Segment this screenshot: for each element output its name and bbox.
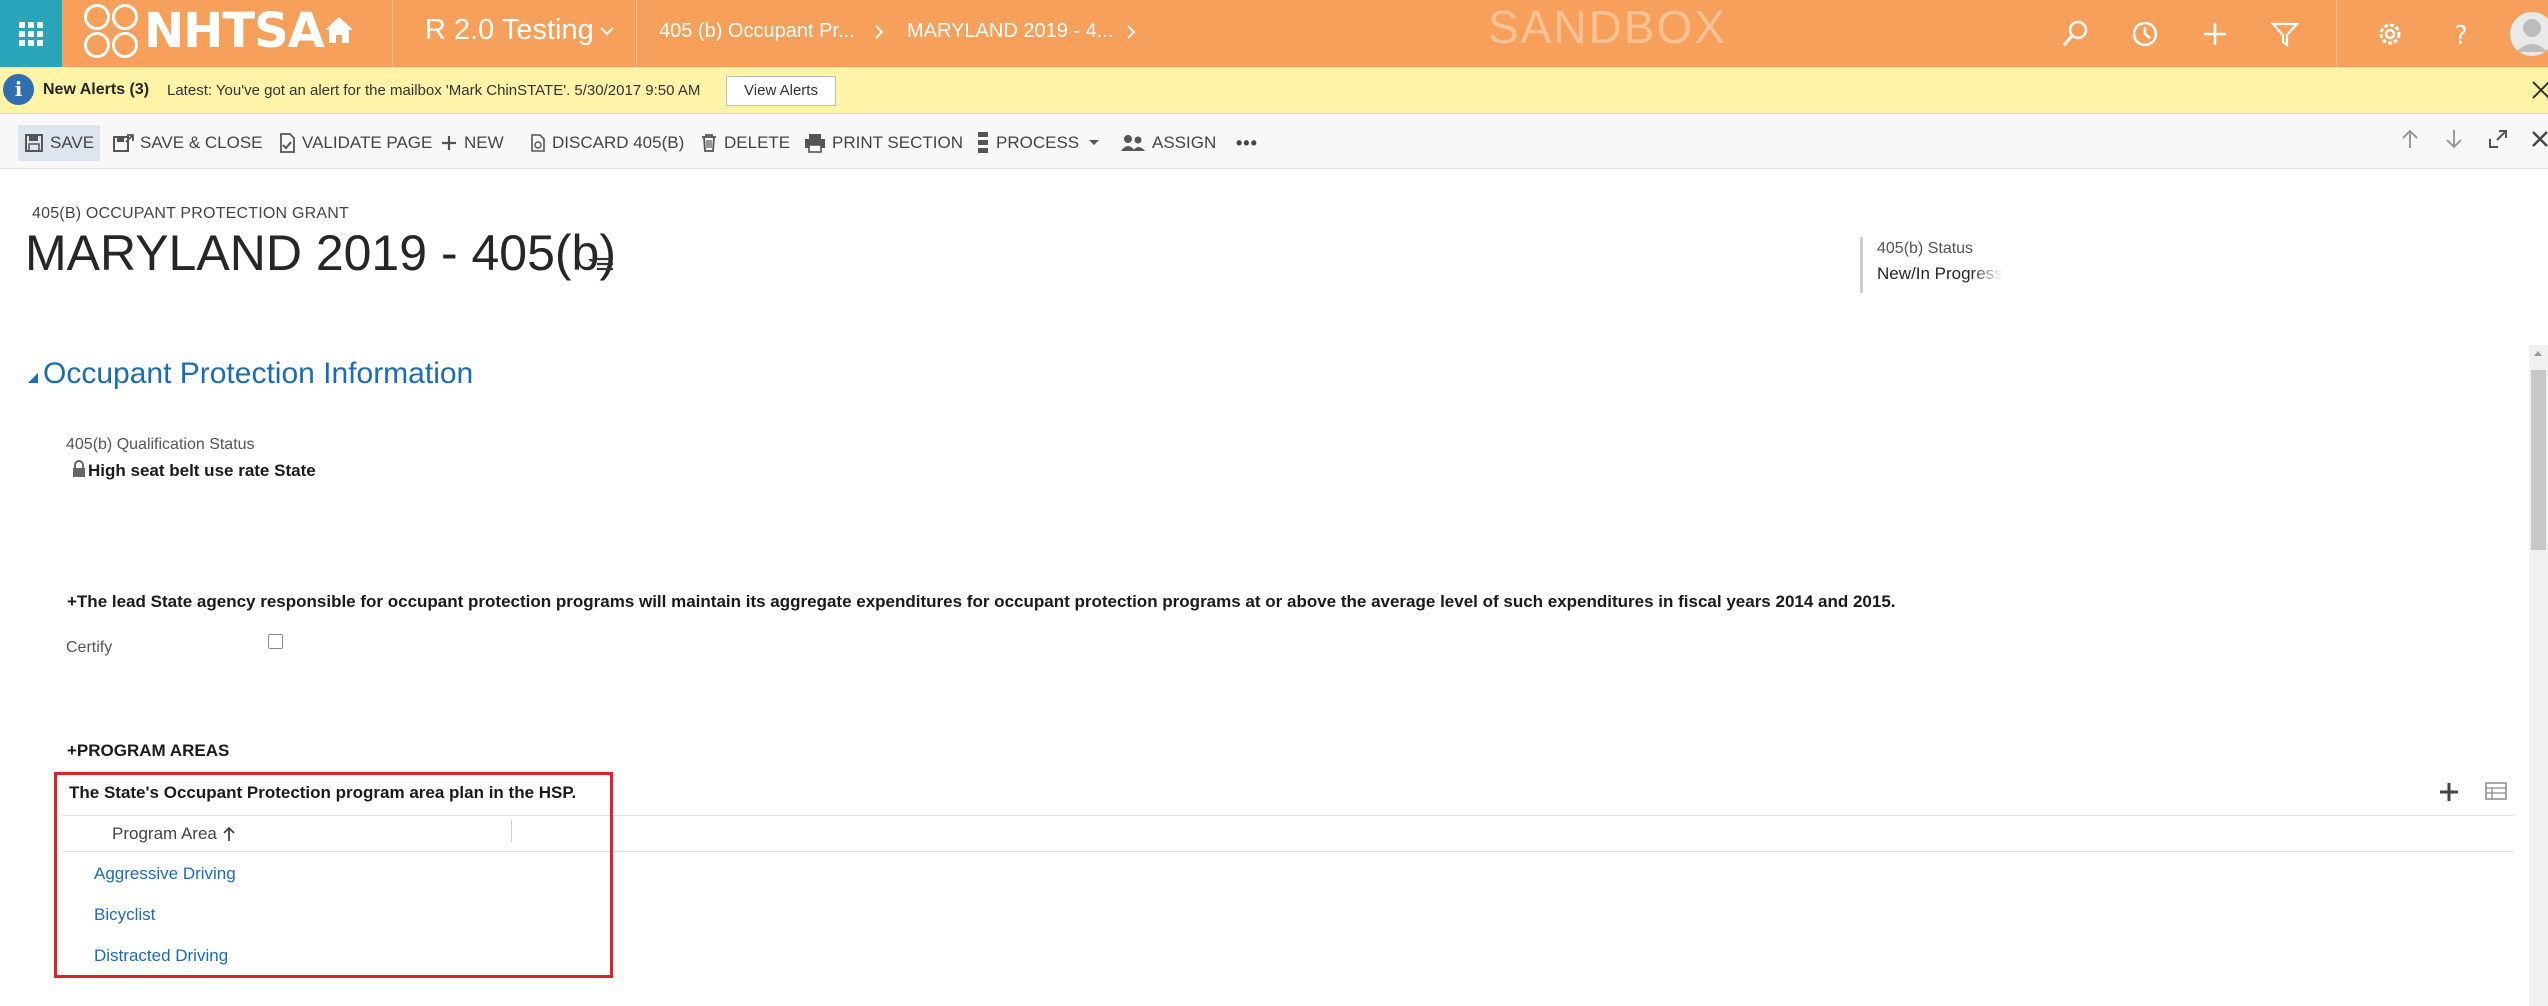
view-alerts-button[interactable]: View Alerts — [726, 76, 836, 106]
save-close-icon — [113, 134, 134, 152]
alert-title: New Alerts (3) — [43, 81, 150, 98]
column-separator[interactable] — [511, 820, 512, 842]
arrow-up-icon[interactable] — [2399, 127, 2421, 151]
program-area-link[interactable]: Distracted Driving — [94, 946, 228, 966]
nhtsa-logo[interactable]: NHTSA — [84, 3, 325, 59]
command-bar: SAVE SAVE & CLOSE VALIDATE PAGE NEW DISC… — [0, 115, 2548, 169]
validate-icon — [280, 133, 295, 153]
logo-text: NHTSA — [144, 3, 325, 59]
expand-icon[interactable] — [2487, 127, 2509, 151]
new-label: NEW — [464, 133, 504, 152]
print-section-label: PRINT SECTION — [832, 133, 963, 152]
entity-type-label: 405(B) OCCUPANT PROTECTION GRANT — [32, 205, 349, 222]
section-title[interactable]: Occupant Protection Information — [43, 357, 473, 391]
assign-button[interactable]: ASSIGN — [1120, 125, 1216, 161]
header-status-field: 405(b) Status New/In Progress — [1860, 237, 2010, 293]
column-header-label: Program Area — [112, 824, 217, 843]
subgrid-title: The State's Occupant Protection program … — [69, 783, 577, 802]
lock-icon — [73, 460, 85, 477]
breadcrumb-entity[interactable]: 405 (b) Occupant Pr... — [659, 20, 855, 43]
assign-label: ASSIGN — [1152, 133, 1217, 152]
nhtsa-seal-icon — [84, 4, 140, 58]
user-avatar-icon[interactable] — [2508, 8, 2548, 60]
more-commands-button[interactable]: ••• — [1236, 125, 1258, 161]
trash-icon — [702, 134, 716, 152]
save-close-label: SAVE & CLOSE — [140, 133, 263, 152]
document-icon — [531, 134, 545, 152]
close-record-icon[interactable] — [2529, 127, 2548, 151]
alert-message: Latest: You've got an alert for the mail… — [167, 82, 701, 99]
home-icon[interactable] — [323, 15, 355, 45]
program-areas-heading: +PROGRAM AREAS — [67, 741, 230, 760]
record-title: MARYLAND 2019 - 405(b) — [25, 225, 617, 281]
scroll-up-arrow-icon[interactable] — [2533, 349, 2543, 357]
printer-icon — [805, 134, 825, 153]
chevron-right-icon — [875, 25, 884, 39]
svg-text:?: ? — [2454, 21, 2468, 50]
history-icon[interactable] — [2129, 18, 2161, 50]
environment-watermark: SANDBOX — [1488, 1, 1727, 53]
program-area-link[interactable]: Aggressive Driving — [94, 864, 236, 884]
save-icon — [25, 134, 43, 152]
info-icon: i — [3, 74, 34, 105]
search-icon[interactable] — [2059, 18, 2091, 50]
arrow-down-icon[interactable] — [2443, 127, 2465, 151]
close-icon[interactable] — [2530, 79, 2548, 101]
save-button[interactable]: SAVE — [18, 125, 101, 161]
process-label: PROCESS — [996, 133, 1080, 152]
app-name[interactable]: R 2.0 Testing — [425, 14, 594, 47]
chevron-down-icon[interactable] — [598, 22, 616, 40]
nav-divider — [2336, 0, 2337, 67]
program-area-link[interactable]: Bicyclist — [94, 905, 155, 925]
delete-label: DELETE — [724, 133, 791, 152]
filter-icon[interactable] — [2269, 18, 2301, 50]
caret-down-icon — [1089, 140, 1100, 145]
qualification-status-label: 405(b) Qualification Status — [66, 436, 255, 453]
process-icon — [978, 132, 988, 153]
sort-ascending-icon — [223, 826, 235, 841]
certify-checkbox[interactable] — [268, 634, 283, 649]
breadcrumb-record[interactable]: MARYLAND 2019 - 4... — [907, 20, 1113, 43]
add-record-icon[interactable] — [2438, 781, 2460, 803]
form-selector-icon[interactable] — [587, 253, 615, 275]
nav-divider — [636, 0, 637, 67]
help-icon[interactable]: ? — [2445, 18, 2477, 50]
status-value: New/In Progress — [1877, 264, 2002, 283]
plus-icon[interactable] — [2199, 18, 2231, 50]
top-navigation-bar: NHTSA R 2.0 Testing 405 (b) Occupant Pr.… — [0, 0, 2548, 67]
gear-icon[interactable] — [2374, 18, 2406, 50]
subgrid-divider — [62, 815, 2514, 816]
status-label: 405(b) Status — [1877, 240, 1974, 257]
print-section-button[interactable]: PRINT SECTION — [804, 125, 963, 161]
save-label: SAVE — [50, 133, 95, 152]
discard-label: DISCARD 405(B) — [552, 133, 685, 152]
validate-label: VALIDATE PAGE — [302, 133, 433, 152]
qualification-status-value: High seat belt use rate State — [88, 461, 316, 480]
new-button[interactable]: NEW — [440, 125, 504, 161]
process-button[interactable]: PROCESS — [976, 125, 1107, 161]
assign-users-icon — [1121, 135, 1145, 151]
column-header-program-area[interactable]: Program Area — [112, 824, 236, 844]
collapse-caret-icon[interactable] — [27, 372, 39, 384]
chevron-right-icon[interactable] — [1124, 23, 1138, 41]
certify-statement: +The lead State agency responsible for o… — [67, 592, 1896, 611]
validate-page-button[interactable]: VALIDATE PAGE — [278, 125, 432, 161]
alert-bar: i New Alerts (3) Latest: You've got an a… — [0, 67, 2548, 114]
delete-button[interactable]: DELETE — [700, 125, 790, 161]
view-selector-icon[interactable] — [2485, 781, 2507, 801]
save-and-close-button[interactable]: SAVE & CLOSE — [112, 125, 263, 161]
scrollbar-thumb[interactable] — [2531, 370, 2546, 550]
discard-button[interactable]: DISCARD 405(B) — [530, 125, 684, 161]
nav-divider — [392, 0, 393, 67]
plus-icon — [442, 136, 456, 150]
header-divider — [62, 851, 2514, 852]
app-launcher-icon[interactable] — [0, 0, 62, 67]
certify-label: Certify — [66, 639, 113, 656]
